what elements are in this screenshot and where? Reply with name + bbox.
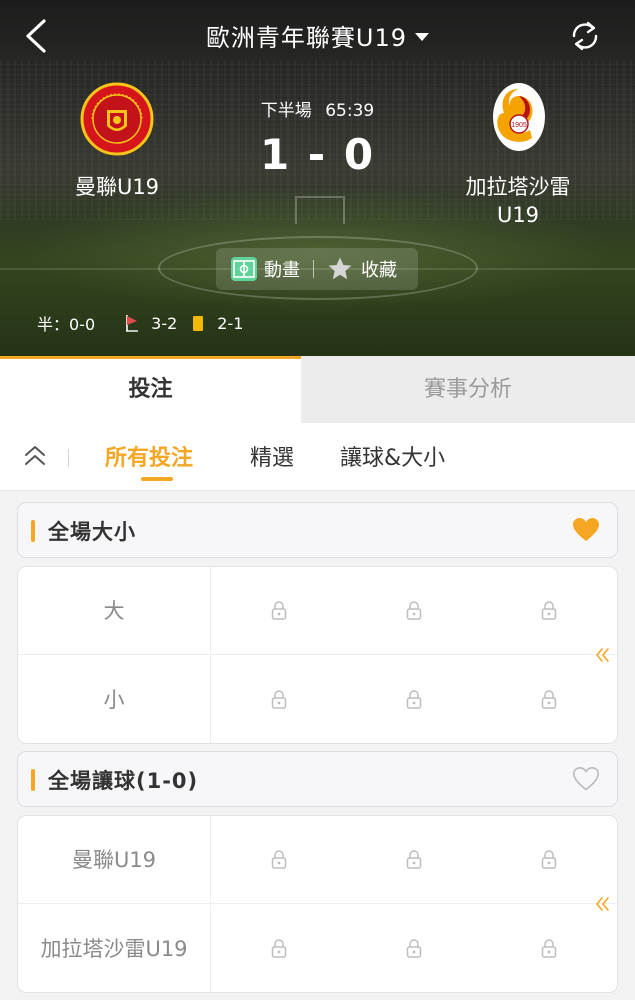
odds-table-handicap: 曼聯U19 加拉塔沙雷U19 — [17, 815, 618, 993]
lock-icon — [271, 690, 287, 709]
header-actions: 動畫 收藏 — [216, 248, 418, 290]
tab-handicap-over-under[interactable]: 讓球&大小 — [340, 440, 445, 472]
odds-row: 加拉塔沙雷U19 — [18, 905, 617, 992]
half-time-score: 半：0-0 — [37, 315, 96, 334]
lock-icon — [406, 939, 422, 958]
active-tab-indicator — [141, 477, 173, 481]
lock-icon — [541, 690, 557, 709]
match-clock: 65:39 — [325, 101, 375, 121]
league-selector[interactable]: 歐洲青年聯賽U19 — [0, 18, 635, 53]
match-score: 1 - 0 — [259, 130, 376, 179]
bet-filter-tabs: 所有投注 精選 讓球&大小 — [0, 423, 635, 491]
animation-button[interactable]: 動畫 — [230, 256, 300, 282]
more-odds-chevron-icon[interactable] — [594, 646, 612, 664]
odds-row: 大 — [18, 567, 617, 655]
goal-frame — [295, 196, 345, 224]
away-team-name: 加拉塔沙雷 U19 — [465, 175, 571, 227]
odds-row: 曼聯U19 — [18, 816, 617, 904]
lock-icon — [271, 850, 287, 869]
tab-match-analysis[interactable]: 賽事分析 — [301, 356, 635, 423]
selection-label: 曼聯U19 — [18, 816, 211, 904]
period-label: 下半場 — [260, 101, 312, 121]
lock-icon — [541, 939, 557, 958]
odds-row: 小 — [18, 656, 617, 743]
favorite-button[interactable]: 收藏 — [327, 256, 397, 282]
accent-bar — [31, 520, 35, 542]
match-period: 下半場 65:39 — [0, 96, 635, 121]
odds-table-total-goals: 大 小 — [17, 566, 618, 744]
refresh-icon[interactable] — [568, 19, 602, 53]
heart-filled-icon[interactable] — [572, 517, 600, 543]
favorite-label: 收藏 — [361, 260, 397, 281]
divider — [313, 260, 314, 278]
lock-icon — [271, 939, 287, 958]
selection-label: 加拉塔沙雷U19 — [18, 905, 211, 992]
corners-count: 3-2 — [151, 313, 178, 333]
main-tabs: 投注 賽事分析 — [0, 356, 635, 423]
league-title: 歐洲青年聯賽U19 — [205, 24, 408, 52]
svg-text:1905: 1905 — [511, 122, 527, 129]
collapse-all-icon[interactable] — [22, 443, 48, 469]
tab-featured[interactable]: 精選 — [250, 440, 294, 472]
accent-bar — [31, 769, 35, 791]
heart-outline-icon[interactable] — [572, 766, 600, 792]
selection-label: 大 — [18, 567, 211, 655]
tab-all-bets[interactable]: 所有投注 — [105, 440, 193, 472]
selection-label: 小 — [18, 656, 211, 743]
market-title: 全場讓球(1-0) — [48, 769, 199, 793]
yellow-cards-count: 2-1 — [217, 313, 244, 333]
lock-icon — [541, 601, 557, 620]
corner-flag-icon — [126, 315, 139, 332]
lock-icon — [406, 690, 422, 709]
match-stats: 半：0-0 3-2 2-1 — [37, 311, 243, 335]
market-header-total-goals[interactable]: 全場大小 — [17, 502, 618, 558]
divider — [68, 449, 69, 467]
yellow-card-icon — [193, 315, 204, 331]
lock-icon — [406, 601, 422, 620]
pitch-animation-icon — [231, 257, 257, 281]
more-odds-chevron-icon[interactable] — [594, 895, 612, 913]
lock-icon — [541, 850, 557, 869]
lock-icon — [271, 601, 287, 620]
animation-label: 動畫 — [264, 260, 300, 281]
market-title: 全場大小 — [48, 520, 136, 544]
lock-icon — [406, 850, 422, 869]
caret-down-icon — [415, 33, 430, 41]
market-header-handicap[interactable]: 全場讓球(1-0) — [17, 751, 618, 807]
tab-betting[interactable]: 投注 — [0, 356, 301, 423]
star-icon — [328, 257, 352, 280]
